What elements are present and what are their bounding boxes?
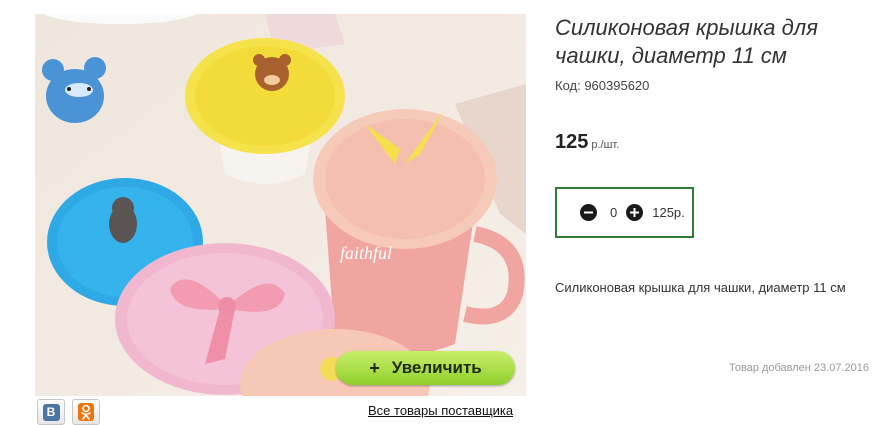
svg-text:faithful: faithful xyxy=(340,243,392,263)
product-image: faithful xyxy=(35,14,526,396)
ok-share-button[interactable] xyxy=(72,399,100,425)
odnoklassniki-icon xyxy=(78,403,94,421)
plus-icon xyxy=(630,208,640,217)
zoom-button[interactable]: + Увеличить xyxy=(336,351,515,385)
quantity-value: 0 xyxy=(610,205,618,220)
decrease-quantity-button[interactable] xyxy=(580,204,597,221)
vk-icon: В xyxy=(42,403,60,421)
quantity-selector: 0 125р. xyxy=(555,187,694,238)
product-price: 125 р./шт. xyxy=(555,131,619,154)
plus-icon: + xyxy=(369,357,380,378)
vk-share-button[interactable]: В xyxy=(37,399,65,425)
product-photo[interactable]: faithful + Увеличить xyxy=(35,14,526,396)
minus-icon xyxy=(584,211,593,214)
zoom-button-label: Увеличить xyxy=(391,358,482,377)
date-added: Товар добавлен 23.07.2016 xyxy=(728,362,869,374)
product-title: Силиконовая крышка для чашки, диаметр 11… xyxy=(555,15,818,68)
supplier-products-link[interactable]: Все товары поставщика xyxy=(368,403,513,418)
quantity-total: 125р. xyxy=(652,205,685,220)
product-code: Код: 960395620 xyxy=(555,78,650,93)
price-unit: р./шт. xyxy=(591,139,620,151)
product-description: Силиконовая крышка для чашки, диаметр 11… xyxy=(555,280,846,295)
price-value: 125 xyxy=(555,131,589,153)
increase-quantity-button[interactable] xyxy=(626,204,644,221)
